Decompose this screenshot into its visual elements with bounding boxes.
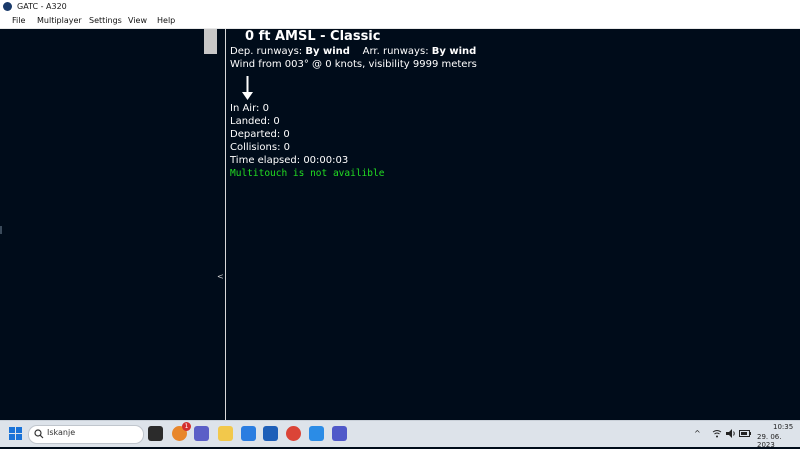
runways-line: Dep. runways: By wind Arr. runways: By w…	[230, 45, 476, 58]
multitouch-notice: Multitouch is not availible	[230, 168, 385, 179]
menu-help[interactable]: Help	[157, 15, 175, 26]
window-title: GATC - A320	[17, 2, 67, 11]
battery-icon[interactable]	[739, 430, 751, 437]
chat-icon[interactable]	[194, 426, 209, 441]
departed-count: Departed: 0	[230, 129, 290, 140]
browser-icon[interactable]: 1	[172, 422, 191, 441]
dep-runways-value: By wind	[305, 46, 350, 57]
windows-start-icon[interactable]	[8, 426, 23, 441]
collapse-panel-button[interactable]: <	[217, 272, 224, 281]
time-elapsed: Time elapsed: 00:00:03	[230, 155, 349, 166]
left-edge-handle	[0, 226, 2, 234]
arr-runways-label: Arr. runways:	[362, 46, 429, 57]
dep-runways-label: Dep. runways:	[230, 46, 303, 57]
wifi-icon[interactable]	[712, 429, 722, 438]
main-view: 0 ft AMSL - Classic Dep. runways: By win…	[226, 29, 800, 420]
chrome-icon[interactable]	[286, 426, 301, 441]
task-view-icon[interactable]	[148, 426, 163, 441]
volume-icon[interactable]	[726, 429, 736, 438]
file-explorer-icon[interactable]	[218, 426, 233, 441]
collisions-count: Collisions: 0	[230, 142, 290, 153]
notification-badge: 1	[182, 422, 191, 431]
tray-date[interactable]: 29. 06. 2023	[757, 433, 800, 449]
left-panel-scrollbar[interactable]	[204, 29, 217, 54]
folder-icon[interactable]	[241, 426, 256, 441]
taskbar-search-input[interactable]: Iskanje	[28, 425, 144, 444]
landed-count: Landed: 0	[230, 116, 280, 127]
app-icon	[3, 2, 12, 11]
teams-icon[interactable]	[332, 426, 347, 441]
menu-bar: File Multiplayer Settings View Help	[0, 13, 800, 29]
tray-overflow-icon[interactable]: ^	[694, 429, 701, 438]
tray-time[interactable]: 10:35	[773, 423, 793, 431]
weather-line: Wind from 003° @ 0 knots, visibility 999…	[230, 59, 477, 70]
in-air-count: In Air: 0	[230, 103, 269, 114]
menu-settings[interactable]: Settings	[89, 15, 122, 26]
arr-runways-value: By wind	[431, 46, 477, 57]
airport-headline: 0 ft AMSL - Classic	[245, 29, 381, 44]
taskbar: Iskanje 1 ^ 10:35 29. 06. 2023	[0, 420, 800, 449]
word-icon[interactable]	[263, 426, 278, 441]
search-icon	[34, 429, 44, 439]
wind-arrow-icon	[242, 76, 253, 100]
menu-multiplayer[interactable]: Multiplayer	[37, 15, 82, 26]
title-bar: GATC - A320	[0, 0, 800, 13]
search-placeholder: Iskanje	[47, 428, 76, 437]
menu-file[interactable]: File	[12, 15, 25, 26]
left-panel	[0, 29, 218, 420]
vscode-icon[interactable]	[309, 426, 324, 441]
menu-view[interactable]: View	[128, 15, 147, 26]
